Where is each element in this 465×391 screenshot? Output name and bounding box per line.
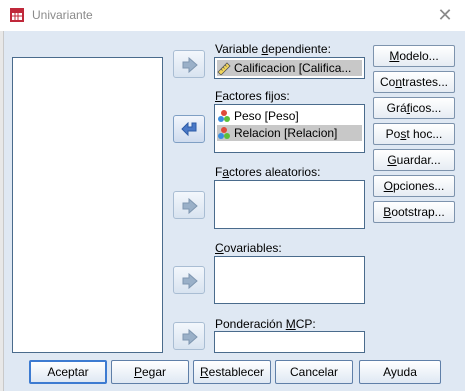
arrow-right-icon [182,273,198,289]
covariates-label: Covariables: [215,241,282,255]
save-button[interactable]: Guardar... [373,149,455,171]
wls-weight-label: Ponderación MCP: [215,317,316,331]
fixed-factors-label: Factores fijos: [215,89,290,103]
fixed-factors-list[interactable]: Peso [Peso] Relacion [Relacion] [214,104,365,153]
nominal-variable-icon [218,110,230,122]
spss-app-icon [10,8,24,22]
dependent-variable-field[interactable]: Calificacion [Califica... [214,57,365,79]
move-from-fixed-factors-button[interactable] [173,115,205,143]
ruler-scale-icon [217,62,231,75]
source-variable-list[interactable] [12,57,163,353]
nominal-variable-icon [218,127,230,139]
window-edge [0,31,4,391]
dependent-variable-item[interactable]: Calificacion [Califica... [217,60,362,76]
contrasts-button[interactable]: Contrastes... [373,71,455,93]
arrow-right-icon [182,329,198,345]
cancel-button[interactable]: Cancelar [275,360,353,384]
arrow-return-left-icon [181,122,197,137]
move-to-random-factors-button[interactable] [173,191,205,219]
fixed-factor-item[interactable]: Peso [Peso] [217,108,362,124]
close-icon[interactable]: ✕ [434,4,456,26]
ok-button[interactable]: Aceptar [29,360,107,384]
post-hoc-button[interactable]: Post hoc... [373,123,455,145]
move-to-dependent-button[interactable] [173,50,205,78]
arrow-right-icon [182,57,198,73]
random-factors-list[interactable] [214,180,365,229]
paste-button[interactable]: Pegar [111,360,189,384]
fixed-factor-item[interactable]: Relacion [Relacion] [217,125,362,141]
model-button[interactable]: Modelo... [373,45,455,67]
covariates-list[interactable] [214,256,365,304]
options-button[interactable]: Opciones... [373,175,455,197]
bootstrap-button[interactable]: Bootstrap... [373,201,455,223]
arrow-right-icon [182,198,198,214]
reset-button[interactable]: Restablecer [193,360,271,384]
wls-weight-field[interactable] [214,331,365,353]
plots-button[interactable]: Gráficos... [373,97,455,119]
title-bar: Univariante ✕ [0,0,465,31]
random-factors-label: Factores aleatorios: [215,165,321,179]
window-title: Univariante [32,8,93,22]
move-to-covariates-button[interactable] [173,266,205,294]
move-to-wls-weight-button[interactable] [173,322,205,350]
dependent-variable-label: Variable dependiente: [215,42,331,56]
help-button[interactable]: Ayuda [359,360,441,384]
